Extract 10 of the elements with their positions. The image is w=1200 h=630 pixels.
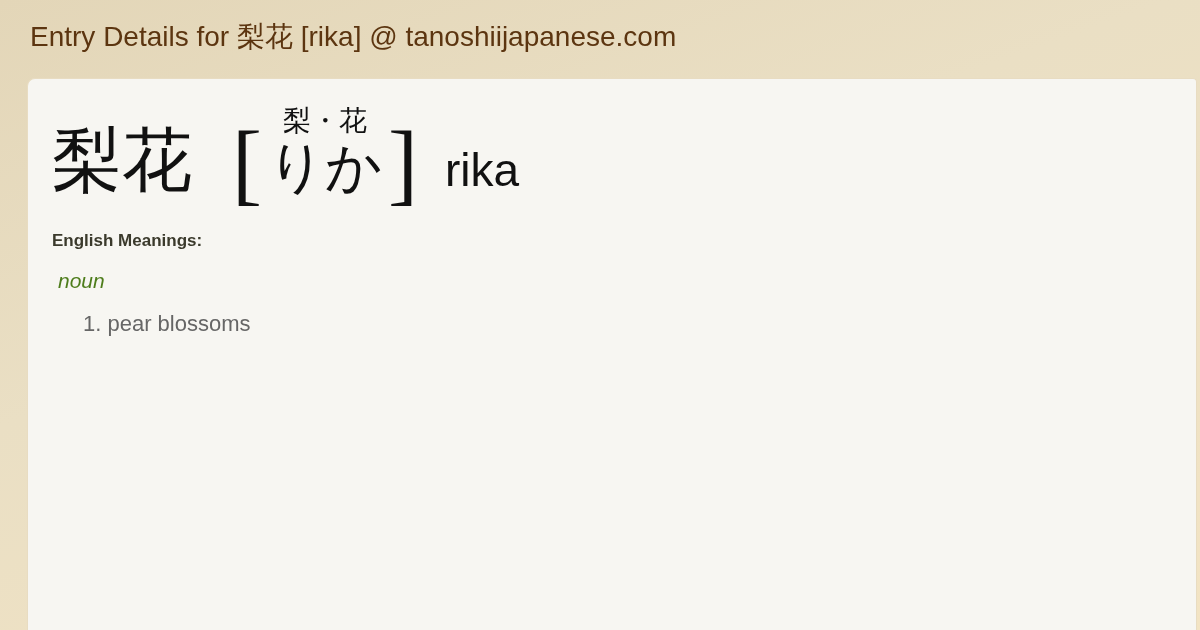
headword: 梨花 xyxy=(52,126,192,196)
page-title: Entry Details for 梨花 [rika] @ tanoshiijapanese.com xyxy=(30,20,677,54)
close-bracket: ] xyxy=(388,119,418,209)
open-bracket: [ xyxy=(232,119,262,209)
romaji: rika xyxy=(444,147,520,193)
kana-reading: りか xyxy=(268,139,382,195)
furigana: 梨・花 xyxy=(283,107,367,135)
meaning-item: 1. pear blossoms xyxy=(83,311,251,337)
part-of-speech: noun xyxy=(58,269,105,293)
meanings-heading: English Meanings: xyxy=(52,231,203,251)
